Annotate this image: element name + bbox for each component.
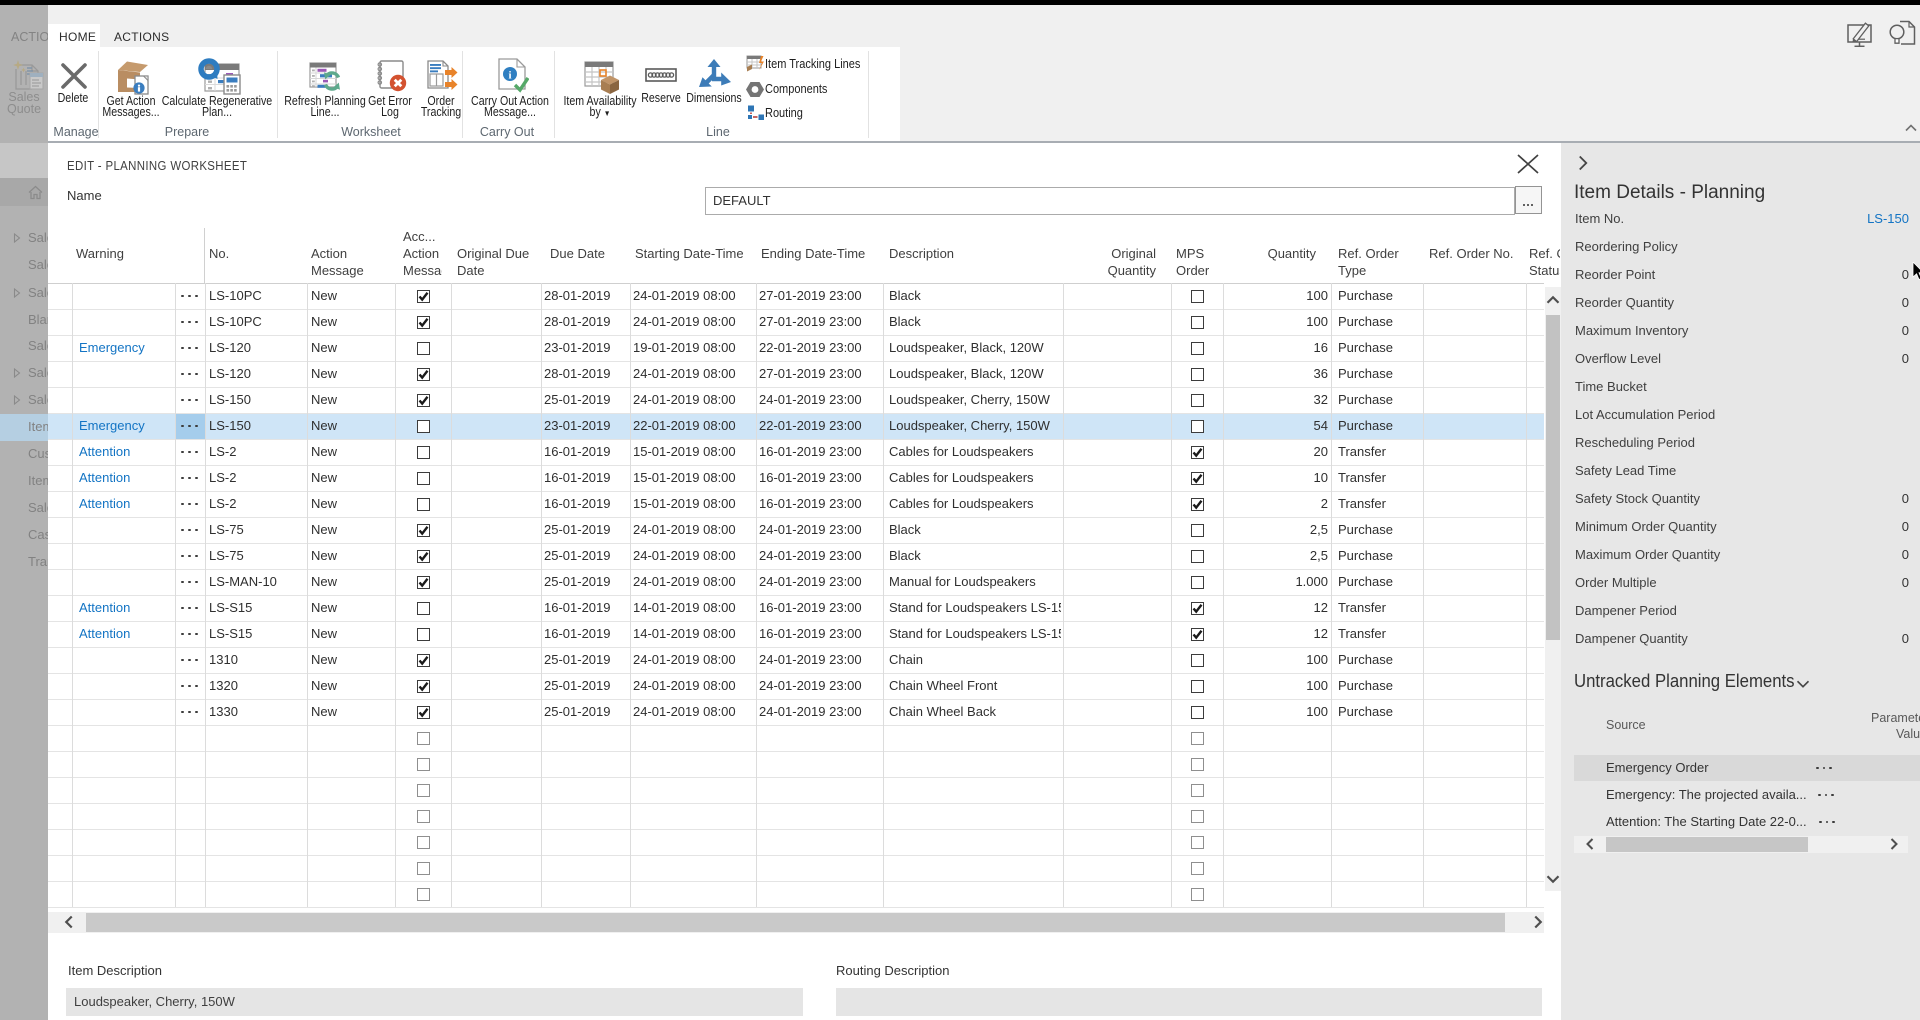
- svg-text:i: i: [508, 69, 511, 81]
